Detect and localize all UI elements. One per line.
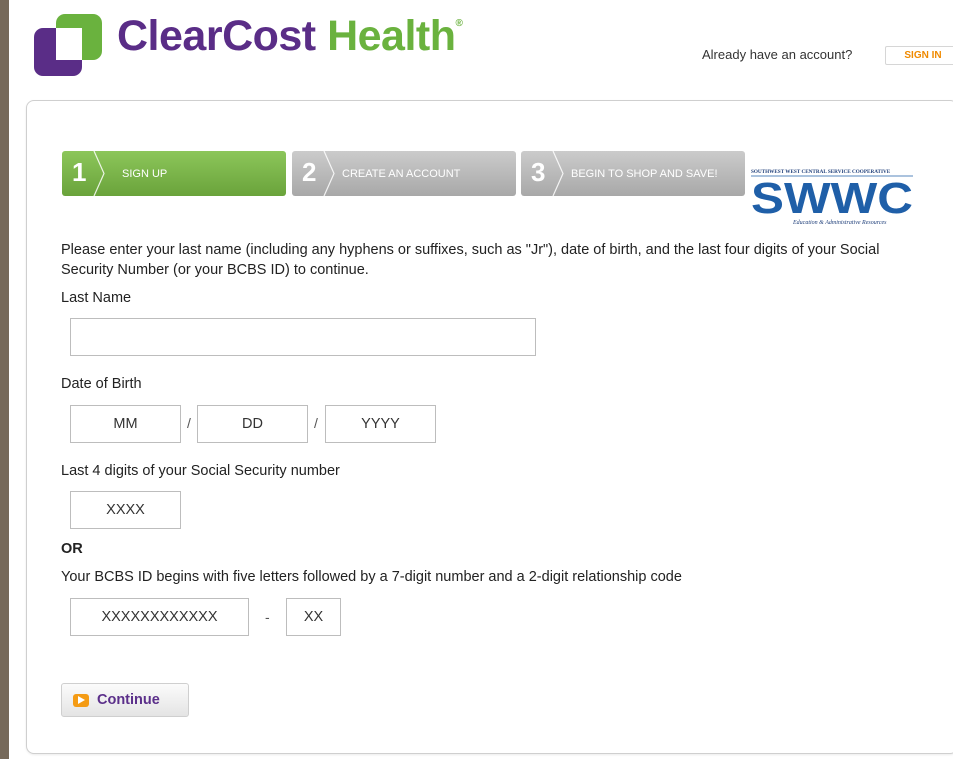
dob-year-input[interactable]	[325, 405, 436, 443]
dob-separator: /	[187, 415, 191, 431]
bcbs-relationship-code-input[interactable]	[286, 598, 341, 636]
ssn-last4-input[interactable]	[70, 491, 181, 529]
swwc-logo: SOUTHWEST WEST CENTRAL SERVICE COOPERATI…	[751, 169, 913, 226]
step-label: BEGIN TO SHOP AND SAVE!	[571, 168, 718, 180]
chevron-right-icon	[323, 151, 335, 196]
chevron-right-icon	[552, 151, 564, 196]
instructions-text: Please enter your last name (including a…	[61, 242, 880, 278]
brand-name: ClearCost Health®	[117, 12, 463, 61]
last-name-label: Last Name	[61, 290, 132, 306]
step-create-account: 2 CREATE AN ACCOUNT	[292, 151, 516, 196]
dob-month-input[interactable]	[70, 405, 181, 443]
step-number: 3	[531, 157, 546, 187]
bcbs-id-input[interactable]	[70, 598, 249, 636]
brand-name-part2: Health	[327, 12, 456, 60]
step-number: 2	[302, 157, 317, 187]
step-sign-up: 1 SIGN UP	[62, 151, 286, 196]
continue-button[interactable]: Continue	[61, 683, 189, 717]
play-arrow-icon	[73, 693, 89, 707]
account-prompt: Already have an account?	[702, 47, 853, 62]
date-of-birth-label: Date of Birth	[61, 376, 142, 392]
step-label: CREATE AN ACCOUNT	[342, 168, 461, 180]
step-number: 1	[72, 157, 87, 187]
dob-separator: /	[314, 415, 318, 431]
swwc-tagline: Education & Administrative Resources	[792, 220, 887, 226]
step-shop-and-save: 3 BEGIN TO SHOP AND SAVE!	[521, 151, 745, 196]
registered-mark: ®	[455, 18, 463, 29]
dob-day-input[interactable]	[197, 405, 308, 443]
or-label: OR	[61, 541, 83, 557]
chevron-right-icon	[93, 151, 105, 196]
continue-label: Continue	[97, 692, 160, 708]
last-name-input[interactable]	[70, 318, 536, 356]
step-label: SIGN UP	[122, 168, 168, 180]
sign-in-button[interactable]: SIGN IN	[885, 46, 953, 65]
swwc-name: SWWC	[751, 174, 913, 223]
clearcost-logo-icon	[34, 14, 102, 76]
ssn-label: Last 4 digits of your Social Security nu…	[61, 463, 340, 479]
bcbs-separator: -	[265, 609, 270, 625]
bcbs-id-label: Your BCBS ID begins with five letters fo…	[61, 569, 682, 585]
brand-name-part1: ClearCost	[117, 12, 316, 60]
